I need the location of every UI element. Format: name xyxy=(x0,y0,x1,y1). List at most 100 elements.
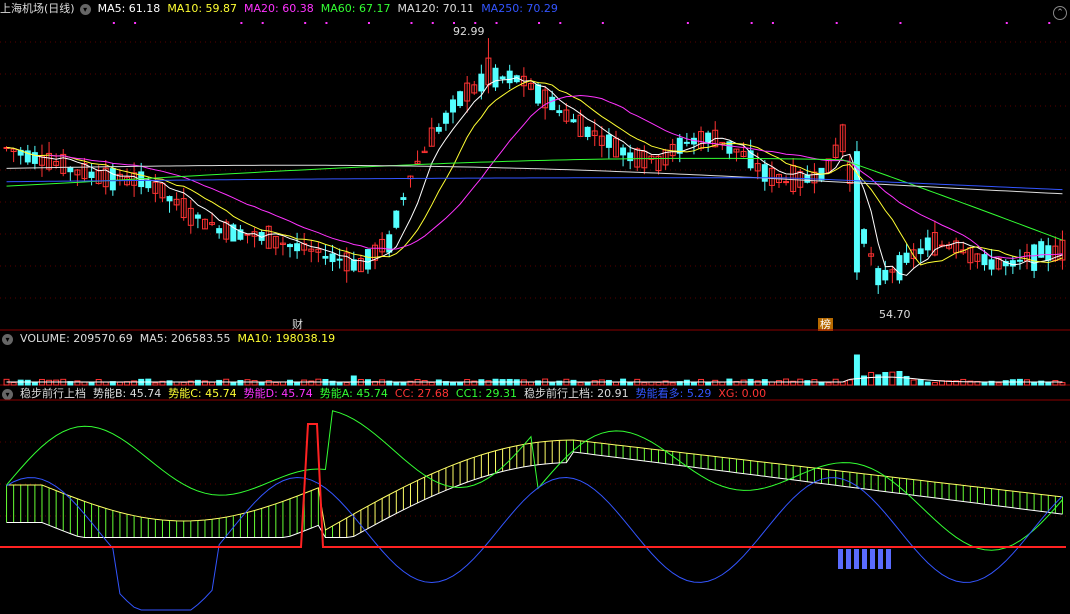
volume-bar xyxy=(917,379,924,386)
volume-bar xyxy=(655,381,662,386)
signal-dot xyxy=(134,22,137,24)
signal-dot xyxy=(431,22,434,24)
volume-bar xyxy=(981,382,988,386)
signal-dot xyxy=(304,22,307,24)
volume-bar xyxy=(889,371,896,386)
candle-body xyxy=(329,253,336,263)
volume-bar xyxy=(705,382,712,386)
volume-bar xyxy=(428,381,435,386)
volume-bar xyxy=(754,380,761,386)
signal-dot xyxy=(495,22,498,24)
candle-body xyxy=(1031,244,1038,271)
volume-bar xyxy=(17,379,24,386)
volume-bar xyxy=(230,382,237,386)
candle-body xyxy=(450,99,456,113)
candle-body xyxy=(981,254,988,266)
volume-bar xyxy=(400,381,407,386)
candle-body xyxy=(506,70,513,84)
volume-bar xyxy=(81,381,88,386)
candle-body xyxy=(761,164,768,182)
candle-body xyxy=(584,126,591,137)
volume-bar xyxy=(875,374,882,386)
volume-bar xyxy=(272,381,279,386)
candle-body xyxy=(882,269,889,281)
candle-body xyxy=(535,84,542,104)
signal-dot xyxy=(771,22,774,24)
volume-bar xyxy=(882,372,889,386)
volume-bar xyxy=(102,381,109,386)
volume-bar xyxy=(336,382,343,386)
candle-body xyxy=(400,197,407,200)
volume-bar xyxy=(683,379,690,386)
volume-bar xyxy=(209,381,216,386)
volume-bar xyxy=(584,382,591,386)
signal-block xyxy=(854,549,859,569)
candle-body xyxy=(903,252,910,263)
ma60-line xyxy=(6,157,1063,241)
signal-dot xyxy=(750,22,753,24)
cc1-line xyxy=(6,410,1063,551)
volume-bar xyxy=(641,382,648,386)
volume-bar xyxy=(116,381,123,386)
volume-bar xyxy=(712,379,719,386)
candle-body xyxy=(605,134,612,148)
signal-dot xyxy=(1048,22,1051,24)
volume-bar xyxy=(570,379,577,386)
candle-body xyxy=(570,119,577,123)
volume-bar xyxy=(853,354,860,386)
volume-bar xyxy=(846,379,853,386)
volume-bar xyxy=(216,379,223,386)
volume-bar xyxy=(237,379,244,386)
volume-bar xyxy=(1002,380,1009,386)
signal-dot xyxy=(367,22,370,24)
signal-dot xyxy=(538,22,541,24)
signal-block xyxy=(846,549,851,569)
signal-dot xyxy=(686,22,689,24)
candle-body xyxy=(67,167,74,173)
candle-body xyxy=(917,248,924,255)
volume-bar xyxy=(53,379,60,386)
ma5-line xyxy=(6,77,1063,276)
volume-bar xyxy=(577,382,584,386)
signal-block xyxy=(886,549,891,569)
candle-body xyxy=(988,259,995,270)
signal-dot xyxy=(1005,22,1008,24)
volume-bar xyxy=(910,379,917,386)
signal-dot xyxy=(899,22,902,24)
volume-bar xyxy=(88,382,95,386)
volume-bar xyxy=(896,370,903,386)
signal-dot xyxy=(261,22,264,24)
candle-body xyxy=(393,210,400,228)
candle-body xyxy=(499,76,506,80)
volume-bar xyxy=(287,379,293,386)
volume-bar xyxy=(740,379,747,386)
candle-body xyxy=(145,180,152,189)
volume-bar xyxy=(818,382,825,386)
candle-body xyxy=(166,196,173,202)
stock-chart[interactable] xyxy=(0,0,1070,614)
volume-bar xyxy=(166,380,173,386)
volume-bar xyxy=(251,380,258,386)
volume-bar xyxy=(995,382,1002,386)
signal-dot xyxy=(410,22,413,24)
candle-body xyxy=(31,152,38,164)
volume-bar xyxy=(605,379,612,386)
candle-body xyxy=(556,110,563,114)
volume-bar xyxy=(194,379,201,386)
volume-bar xyxy=(393,381,400,386)
volume-bar xyxy=(613,381,619,386)
candle-body xyxy=(861,229,868,244)
candle-body xyxy=(549,96,556,111)
candle-body xyxy=(457,91,464,107)
volume-bar xyxy=(350,375,357,386)
volume-bar xyxy=(1031,382,1038,386)
candle-body xyxy=(216,228,223,234)
signal-dot xyxy=(325,22,328,24)
signal-dot xyxy=(474,22,477,24)
volume-bar xyxy=(152,382,159,386)
candle-body xyxy=(194,214,201,219)
volume-bar xyxy=(825,382,832,386)
signal-block xyxy=(838,549,843,569)
volume-bar xyxy=(924,381,931,386)
volume-bar xyxy=(485,380,492,386)
